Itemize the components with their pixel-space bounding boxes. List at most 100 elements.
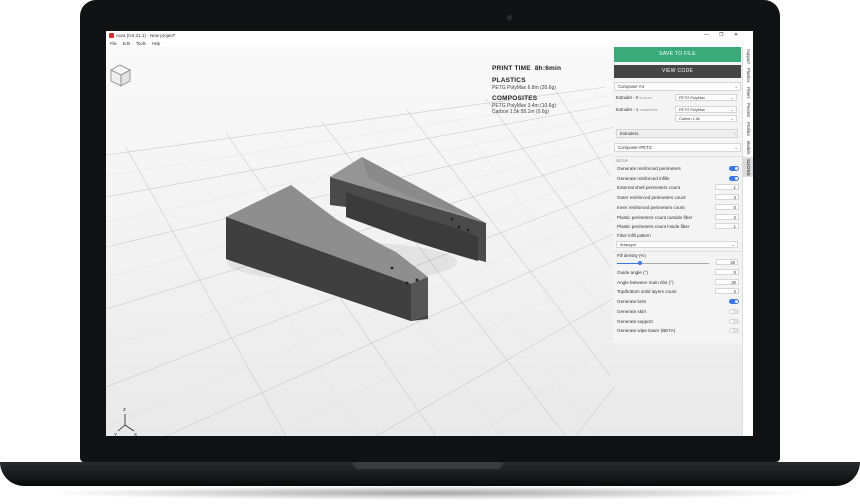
number-input[interactable]: 2 [715, 213, 739, 220]
tab-models[interactable]: Models [743, 139, 753, 156]
tab-fibers[interactable]: Fibers [743, 85, 753, 100]
profile-select[interactable]: Composer+PETG ⌄ [614, 143, 741, 152]
extruder1-fiber-value: Carbon 1.5k [679, 117, 700, 121]
settings2-row: Generate skirt [616, 307, 740, 316]
tab-support[interactable]: Support [743, 47, 753, 65]
setting-label: Generate skirt [617, 308, 646, 314]
toggle-knob [735, 176, 738, 180]
settings2-row: Guide angle (°) 0 [616, 268, 740, 277]
setting-label: Guide angle (°) [617, 270, 648, 275]
plastics-line: PETG PolyMax 6.8m (20.6g) [492, 85, 556, 91]
tab-slicing[interactable]: SLICING [743, 157, 753, 177]
chevron-down-icon: ⌄ [731, 242, 735, 247]
toggle-switch[interactable] [729, 299, 739, 305]
toggle-knob [735, 300, 738, 304]
chevron-down-icon: ⌄ [734, 145, 738, 150]
settings-row: Inner reinforced perimeters count 0 [616, 203, 740, 212]
axis-z-label: Z [123, 407, 126, 412]
menu-file[interactable]: File [110, 41, 117, 46]
axis-gizmo-icon [117, 414, 135, 432]
plastics-heading: PLASTICS [492, 77, 526, 84]
axis-y-label: Y [114, 432, 117, 436]
setting-label: Inner reinforced perimeters count [617, 204, 685, 210]
tab-plastics[interactable]: Plastics [743, 66, 753, 84]
slider-fill [617, 263, 640, 264]
extruder0-label: Extruder - 0 PLASTIC [616, 95, 653, 100]
close-button[interactable]: ✕ [734, 31, 738, 40]
setting-label: Generate wipe tower (BETA) [617, 328, 676, 334]
number-input[interactable]: 30 [715, 278, 739, 285]
menu-edit[interactable]: Edit [123, 41, 130, 46]
printer-select[interactable]: Composer A4 ⌄ [614, 82, 741, 91]
setting-label: External shell perimeters count [617, 185, 681, 191]
fill-density-input[interactable]: 25 [716, 259, 738, 265]
print-info: PRINT TIME 8h:6min PLASTICS PETG PolyMax… [492, 65, 561, 115]
number-input[interactable]: 3 [715, 194, 739, 201]
toggle-switch[interactable] [729, 328, 739, 334]
settings-panel: SAVE TO FILE VIEW CODE Composer A4 ⌄ Extr… [613, 47, 742, 343]
app-window: Aura (0.8.21.1) - New project* — ❐ ✕ Fil… [106, 31, 753, 436]
fiber-pattern-select[interactable]: Anisogrid ⌄ [616, 241, 738, 248]
composites-heading: COMPOSITES [492, 95, 538, 102]
minimize-button[interactable]: — [704, 31, 709, 40]
divider [613, 251, 742, 252]
toggle-knob [730, 329, 733, 333]
toggle-switch[interactable] [729, 318, 739, 324]
webcam [507, 15, 512, 20]
tab-presets[interactable]: Presets [743, 101, 753, 119]
settings2-row: Generate wipe tower (BETA) [616, 326, 740, 335]
slider-handle[interactable] [638, 261, 642, 265]
setting-label: Plastic perimeters count inside fiber [617, 224, 690, 230]
toggle-knob [730, 319, 733, 323]
menu-tools[interactable]: Tools [136, 41, 146, 46]
view-code-button[interactable]: VIEW CODE [614, 65, 741, 78]
settings2-row: Generate brim [616, 297, 740, 306]
divider [613, 156, 742, 157]
extruder1-label: Extruder - 1 COMPOSITE [616, 107, 658, 112]
setting-label: Generate reinforced perimeters [617, 166, 681, 171]
view-cube-icon [110, 64, 131, 87]
settings-row: Plastic perimeters count inside fiber 1 [616, 222, 740, 231]
toggle-knob [730, 309, 733, 313]
fill-density-label: Fill density (%) [617, 253, 646, 258]
toggle-switch[interactable] [729, 308, 739, 314]
setting-label: Top/bottom solid layers count [617, 289, 677, 295]
print-time-value: 8h:6min [534, 65, 562, 72]
toggle-switch[interactable] [729, 175, 739, 181]
profile-value: Composer+PETG [618, 145, 653, 150]
extruders-collapse[interactable]: Extruders ‹ [616, 129, 738, 138]
number-input[interactable]: 0 [715, 203, 739, 210]
composites-line-1: Carbon 1.5k 58.1m (9.6g) [492, 109, 549, 115]
extruder1-material-value: PETG PolyMax [679, 108, 705, 112]
extruder0-material-select[interactable]: PETG PolyMax ⌄ [675, 94, 737, 101]
setting-label: Plastic perimeters count outside fiber [617, 214, 693, 220]
number-input[interactable]: 0 [715, 269, 739, 275]
setting-label: Outer reinforced perimeters count [617, 195, 686, 201]
extruder0-material-value: PETG PolyMax [679, 96, 705, 100]
number-input[interactable]: 1 [715, 184, 739, 191]
fill-density-slider[interactable] [617, 261, 709, 265]
setting-label: Generate brim [617, 299, 647, 305]
maximize-button[interactable]: ❐ [719, 31, 723, 40]
toggle-knob [735, 167, 738, 170]
save-to-file-button[interactable]: SAVE TO FILE [614, 47, 741, 62]
toggle-switch[interactable] [729, 166, 739, 171]
chevron-down-icon: ⌄ [734, 84, 738, 89]
number-input[interactable]: 2 [715, 288, 739, 295]
settings-row: External shell perimeters count 1 [616, 183, 740, 192]
extruder1-material-select[interactable]: PETG PolyMax ⌄ [675, 106, 737, 113]
settings2-row: Top/bottom solid layers count 2 [616, 287, 740, 296]
tab-profiles[interactable]: Profiles [743, 120, 753, 138]
setting-label: Angle between main ribs (°) [617, 279, 674, 285]
extruder1-fiber-select[interactable]: Carbon 1.5k ⌄ [675, 115, 737, 122]
settings-row: Outer reinforced perimeters count 3 [616, 193, 740, 202]
setup-label: SETUP [616, 159, 628, 163]
axis-x-label: X [134, 432, 137, 436]
settings-row: Plastic perimeters count outside fiber 2 [616, 213, 740, 222]
settings2-row: Angle between main ribs (°) 30 [616, 278, 740, 287]
chevron-down-icon: ⌄ [730, 95, 734, 100]
number-input[interactable]: 1 [715, 223, 739, 230]
title-bar: Aura (0.8.21.1) - New project* — ❐ ✕ [106, 31, 753, 40]
settings-row: Generate reinforced perimeters [616, 164, 740, 173]
menu-help[interactable]: Help [152, 41, 161, 46]
